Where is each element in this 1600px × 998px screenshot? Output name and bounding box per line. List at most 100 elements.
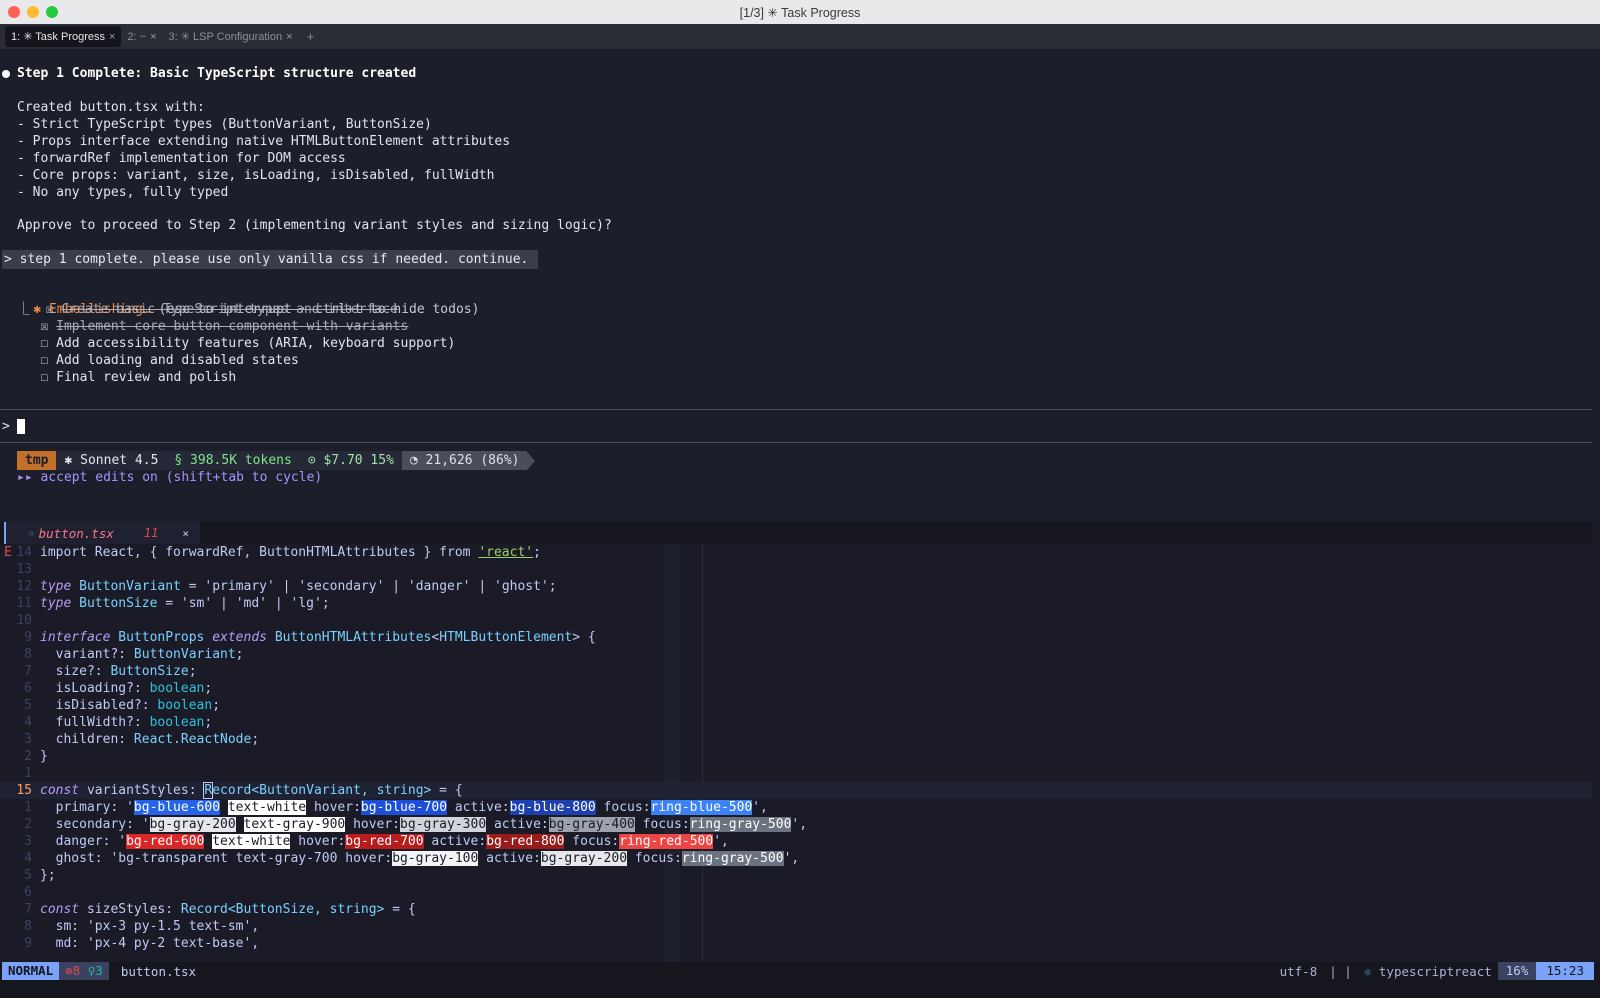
- code-token: ;: [212, 698, 221, 713]
- code-line[interactable]: 8 sm: 'px-3 py-1.5 text-sm',: [0, 918, 1592, 935]
- hint-count: ♀3: [87, 963, 103, 978]
- code-line[interactable]: 7 size?: ButtonSize;: [0, 663, 1592, 680]
- code-token: 'ghost': [494, 579, 549, 594]
- code-line[interactable]: 15 const variantStyles: Record<ButtonVari…: [0, 782, 1592, 799]
- code-line[interactable]: 14 import React, { forwardRef, ButtonHTML…: [0, 544, 1592, 561]
- code-line[interactable]: 5};: [0, 867, 1592, 884]
- diagnostics-summary[interactable]: ⊗8 ♀3: [59, 962, 109, 980]
- accept-edits-toggle[interactable]: ▸▸ accept edits on (shift+tab to cycle): [17, 469, 322, 486]
- line-number: 7: [24, 664, 32, 679]
- code-token: HTMLButtonElement: [439, 630, 573, 645]
- code-token: ',: [783, 851, 800, 866]
- code-line[interactable]: 7 const sizeStyles: Record<ButtonSize, st…: [0, 901, 1592, 918]
- window-title: [1/3] ✳ Task Progress: [739, 5, 861, 20]
- close-tab-icon[interactable]: ×: [286, 31, 292, 43]
- prompt-input[interactable]: [17, 419, 25, 434]
- line-number: 9: [24, 936, 32, 951]
- code-token: focus:: [595, 800, 651, 815]
- code-token: }: [40, 749, 48, 764]
- code-token: active:: [423, 834, 487, 849]
- code-line[interactable]: 12 type ButtonVariant = 'primary' | 'seco…: [0, 578, 1592, 595]
- line-number: 14: [16, 545, 32, 560]
- todo-text: Implement core button component with var…: [56, 319, 409, 334]
- editor-statusline: NORMAL ⊗8 ♀3 button.tsx utf-8 | | ⚛ type…: [0, 962, 1600, 980]
- scroll-percent: 16%: [1497, 962, 1537, 980]
- code-token: 'danger': [407, 579, 471, 594]
- assistant-intro: Created button.tsx with:: [17, 100, 205, 115]
- close-tab-icon[interactable]: ×: [109, 31, 115, 43]
- code-token: isLoading?:: [40, 681, 150, 696]
- code-line[interactable]: 13: [0, 561, 1592, 578]
- context-badge: ◔ 21,626 (86%): [401, 451, 528, 470]
- code-line[interactable]: 8 variant?: ButtonVariant;: [0, 646, 1592, 663]
- code-line[interactable]: 1 primary: 'bg-blue-600 text-white hover…: [0, 799, 1592, 816]
- code-line[interactable]: 5 isDisabled?: boolean;: [0, 697, 1592, 714]
- error-count: ⊗8: [65, 963, 81, 978]
- code-token: ',: [752, 800, 768, 815]
- code-token: variantStyles:: [86, 783, 205, 798]
- tab-task-progress[interactable]: 1: ✳ Task Progress ×: [5, 26, 122, 47]
- code-token: bg-gray-300: [400, 817, 487, 832]
- unchecked-box-icon: ☐: [40, 336, 49, 351]
- code-token: fullWidth?:: [40, 715, 150, 730]
- code-token: ;: [204, 681, 213, 696]
- neovim-editor[interactable]: ⚛ button.tsx 11 × E 14 import React, { fo…: [0, 522, 1600, 962]
- line-number: 9: [24, 630, 32, 645]
- code-token: };: [40, 868, 56, 883]
- line-number: 5: [24, 698, 32, 713]
- code-token: active:: [478, 851, 541, 866]
- todo-text: Add loading and disabled states: [56, 353, 299, 368]
- todo-item: ⎿ ☒ Create basic TypeScript types and in…: [17, 301, 398, 318]
- code-token: ;: [188, 664, 197, 679]
- code-line[interactable]: 4 fullWidth?: boolean;: [0, 714, 1592, 731]
- claude-terminal-pane[interactable]: Step 1 Complete: Basic TypeScript struct…: [0, 49, 1600, 522]
- code-line[interactable]: 4 ghost: 'bg-transparent text-gray-700 h…: [0, 850, 1592, 867]
- code-token: |: [384, 579, 408, 594]
- tab-lsp-configuration[interactable]: 3: ✳ LSP Configuration ×: [163, 26, 299, 47]
- line-number: 2: [24, 749, 32, 764]
- code-line[interactable]: 9 interface ButtonProps extends ButtonHTM…: [0, 629, 1592, 646]
- code-token: Record<ButtonSize, string>: [180, 902, 385, 917]
- code-token: |: [274, 579, 299, 594]
- code-token: variant?:: [40, 647, 134, 662]
- close-window-button[interactable]: [8, 6, 20, 18]
- assistant-point: - Props interface extending native HTMLB…: [17, 134, 511, 149]
- zoom-window-button[interactable]: [46, 6, 58, 18]
- line-number: 1: [24, 800, 32, 815]
- tab-label: 1: ✳ Task Progress: [11, 31, 105, 43]
- code-line[interactable]: 6: [0, 884, 1592, 901]
- close-tab-icon[interactable]: ×: [150, 31, 156, 43]
- code-token: 'sm': [180, 596, 213, 611]
- code-token: ghost: 'bg-transparent text-gray-700 hov…: [40, 851, 393, 866]
- code-token: sm: 'px-3 py-1.5 text-sm',: [40, 919, 260, 934]
- new-tab-button[interactable]: +: [299, 29, 323, 44]
- code-line[interactable]: 10: [0, 612, 1592, 629]
- code-line[interactable]: 3 children: React.ReactNode;: [0, 731, 1592, 748]
- code-line[interactable]: 2 secondary: 'bg-gray-200 text-gray-900 …: [0, 816, 1592, 833]
- code-line[interactable]: 11 type ButtonSize = 'sm' | 'md' | 'lg';: [0, 595, 1592, 612]
- buffer-tab-button-tsx[interactable]: ⚛ button.tsx 11 ×: [4, 522, 200, 544]
- code-token: bg-gray-200: [540, 851, 628, 866]
- code-token: =: [157, 596, 181, 611]
- code-token: bg-gray-200: [149, 817, 236, 832]
- line-number: 8: [24, 919, 32, 934]
- code-line[interactable]: 6 isLoading?: boolean;: [0, 680, 1592, 697]
- line-number: 8: [24, 647, 32, 662]
- code-token: ring-gray-500: [681, 851, 784, 866]
- code-line[interactable]: 9 md: 'px-4 py-2 text-base',: [0, 935, 1592, 952]
- code-token: hover:: [290, 834, 346, 849]
- tab-shell[interactable]: 2: ~ ×: [121, 26, 162, 47]
- code-line[interactable]: 1: [0, 765, 1592, 782]
- code-line[interactable]: 3 danger: 'bg-red-600 text-white hover:b…: [0, 833, 1592, 850]
- tree-branch-icon: ⎿: [17, 302, 31, 317]
- code-line[interactable]: 2}: [0, 748, 1592, 765]
- minimize-window-button[interactable]: [27, 6, 39, 18]
- command-line[interactable]: [0, 980, 1600, 998]
- code-token: text-white: [227, 800, 307, 815]
- close-buffer-icon[interactable]: ×: [182, 527, 189, 540]
- code-token: ecord<ButtonVariant, string>: [212, 783, 432, 798]
- todo-item: ☒ Implement core button component with v…: [17, 318, 408, 335]
- code-token: from: [439, 545, 479, 560]
